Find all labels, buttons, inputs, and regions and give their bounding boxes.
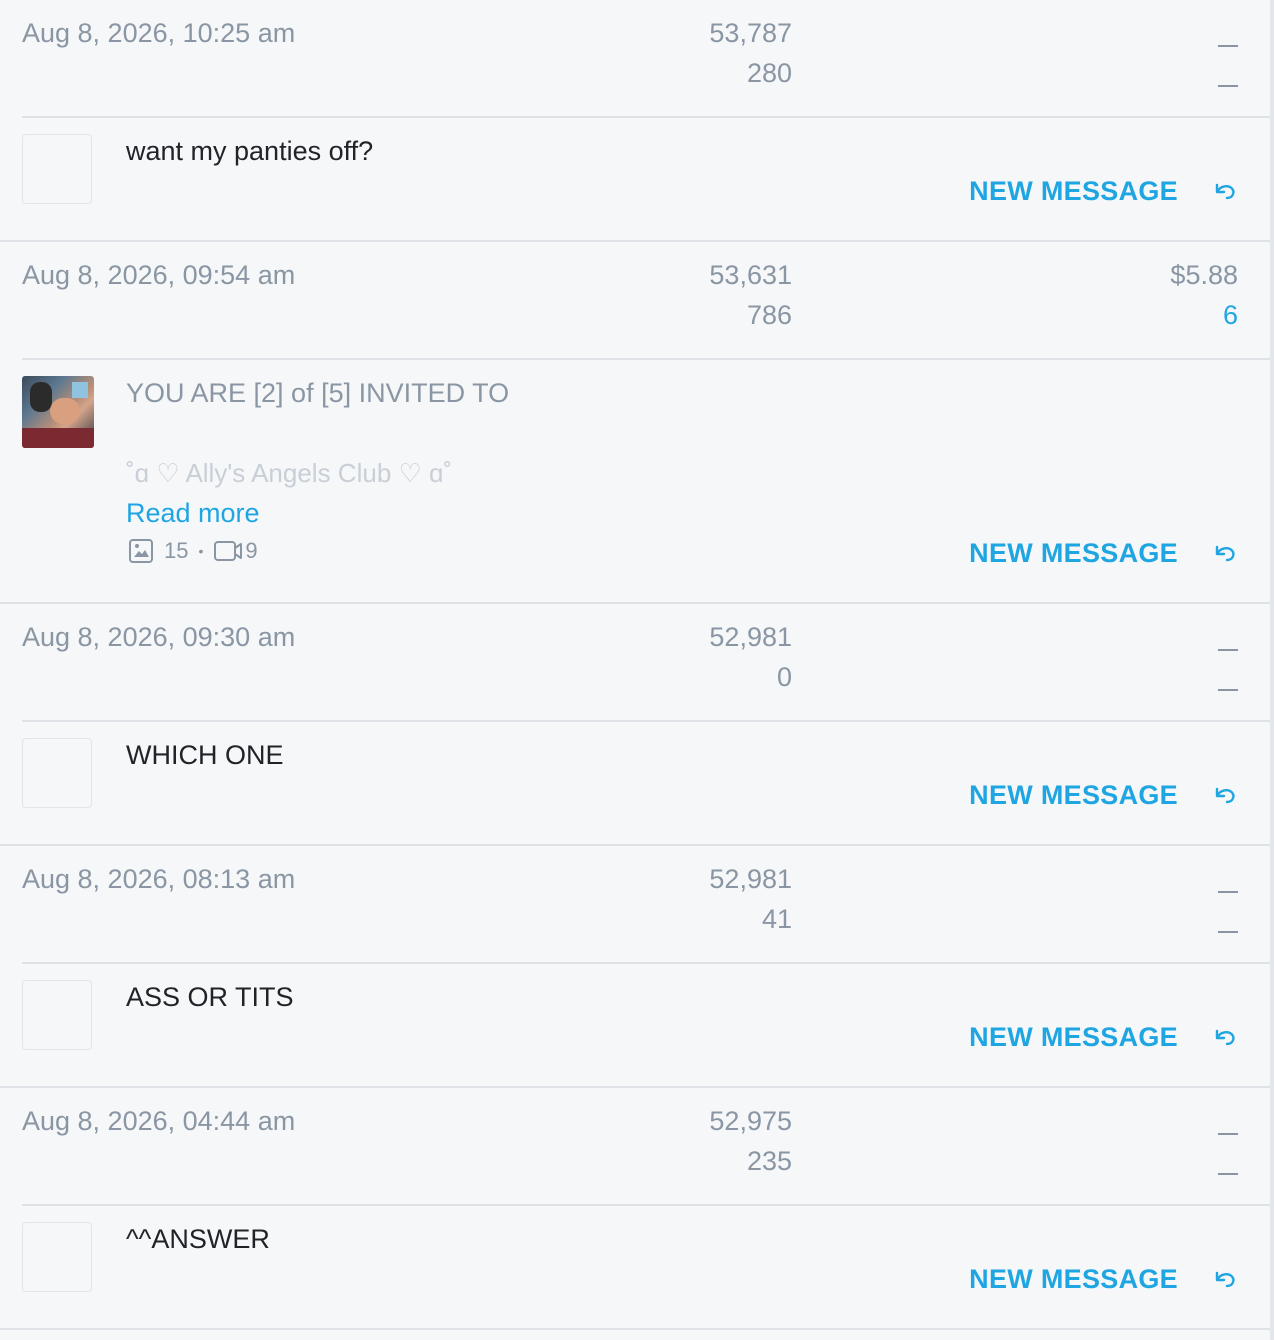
new-message-button[interactable]: NEW MESSAGE [969,538,1178,569]
new-message-button[interactable]: NEW MESSAGE [969,1264,1178,1295]
sent-count: 53,631 [709,260,792,290]
message-date: Aug 8, 2026, 09:54 am [22,260,296,290]
media-separator: • [198,543,204,559]
message-price: $5.88 [1170,260,1238,290]
card-border [0,1328,1270,1330]
new-message-button[interactable]: NEW MESSAGE [969,1022,1178,1053]
price-empty [1218,649,1238,651]
divider [22,962,1270,964]
message-date: Aug 8, 2026, 08:13 am [22,864,296,894]
sent-count: 52,981 [709,622,792,652]
new-message-button[interactable]: NEW MESSAGE [969,780,1178,811]
price-empty [1218,1133,1238,1135]
message-thumbnail[interactable] [22,738,92,808]
message-date: Aug 8, 2026, 09:30 am [22,622,296,652]
message-card: Aug 8, 2026, 09:30 am 52,981 0 WHICH ONE… [0,604,1270,846]
message-text: YOU ARE [2] of [5] INVITED TO [126,378,510,408]
message-thumbnail[interactable] [22,980,92,1050]
viewed-count: 786 [746,300,792,330]
message-text: ASS OR TITS [126,982,294,1012]
viewed-count: 235 [746,1146,792,1176]
message-thumbnail[interactable] [22,1222,92,1292]
message-card: Aug 8, 2026, 08:13 am 52,981 41 ASS OR T… [0,846,1270,1088]
photo-icon [129,539,153,563]
price-empty [1218,891,1238,893]
sent-count: 52,981 [709,864,792,894]
undo-icon[interactable] [1210,1264,1240,1294]
video-count: 9 [245,538,258,563]
undo-icon[interactable] [1210,538,1240,568]
price-empty [1218,45,1238,47]
media-counts: 15 • 9 [128,538,258,564]
message-date: Aug 8, 2026, 10:25 am [22,18,296,48]
video-icon [214,541,243,561]
purchases-empty [1218,689,1238,691]
viewed-count: 280 [746,58,792,88]
message-card: Aug 8, 2026, 04:44 am 52,975 235 ^^ANSWE… [0,1088,1270,1330]
divider [22,720,1270,722]
message-text: ^^ANSWER [126,1224,270,1254]
divider [22,116,1270,118]
undo-icon[interactable] [1210,780,1240,810]
sent-count: 53,787 [709,18,792,48]
new-message-button[interactable]: NEW MESSAGE [969,176,1178,207]
message-card: Aug 8, 2026, 10:25 am 53,787 280 want my… [0,0,1270,242]
viewed-count: 0 [776,662,792,692]
purchases-empty [1218,85,1238,87]
undo-icon[interactable] [1210,1022,1240,1052]
read-more-link[interactable]: Read more [126,498,260,529]
scroll-edge [1270,0,1274,1340]
divider [22,358,1270,360]
divider [22,1204,1270,1206]
message-text-faded: ˚ɑ ♡ Ally's Angels Club ♡ ɑ˚ [126,458,453,488]
purchases-count[interactable]: 6 [1223,300,1238,331]
message-date: Aug 8, 2026, 04:44 am [22,1106,296,1136]
purchases-empty [1218,931,1238,933]
viewed-count: 41 [761,904,792,934]
message-text: WHICH ONE [126,740,284,770]
message-thumbnail-image[interactable] [22,376,94,448]
message-text: want my panties off? [126,136,374,166]
message-thumbnail[interactable] [22,134,92,204]
photo-count: 15 [164,538,189,563]
sent-count: 52,975 [709,1106,792,1136]
purchases-empty [1218,1173,1238,1175]
message-card: Aug 8, 2026, 09:54 am 53,631 786 $5.88 6… [0,242,1270,604]
undo-icon[interactable] [1210,176,1240,206]
